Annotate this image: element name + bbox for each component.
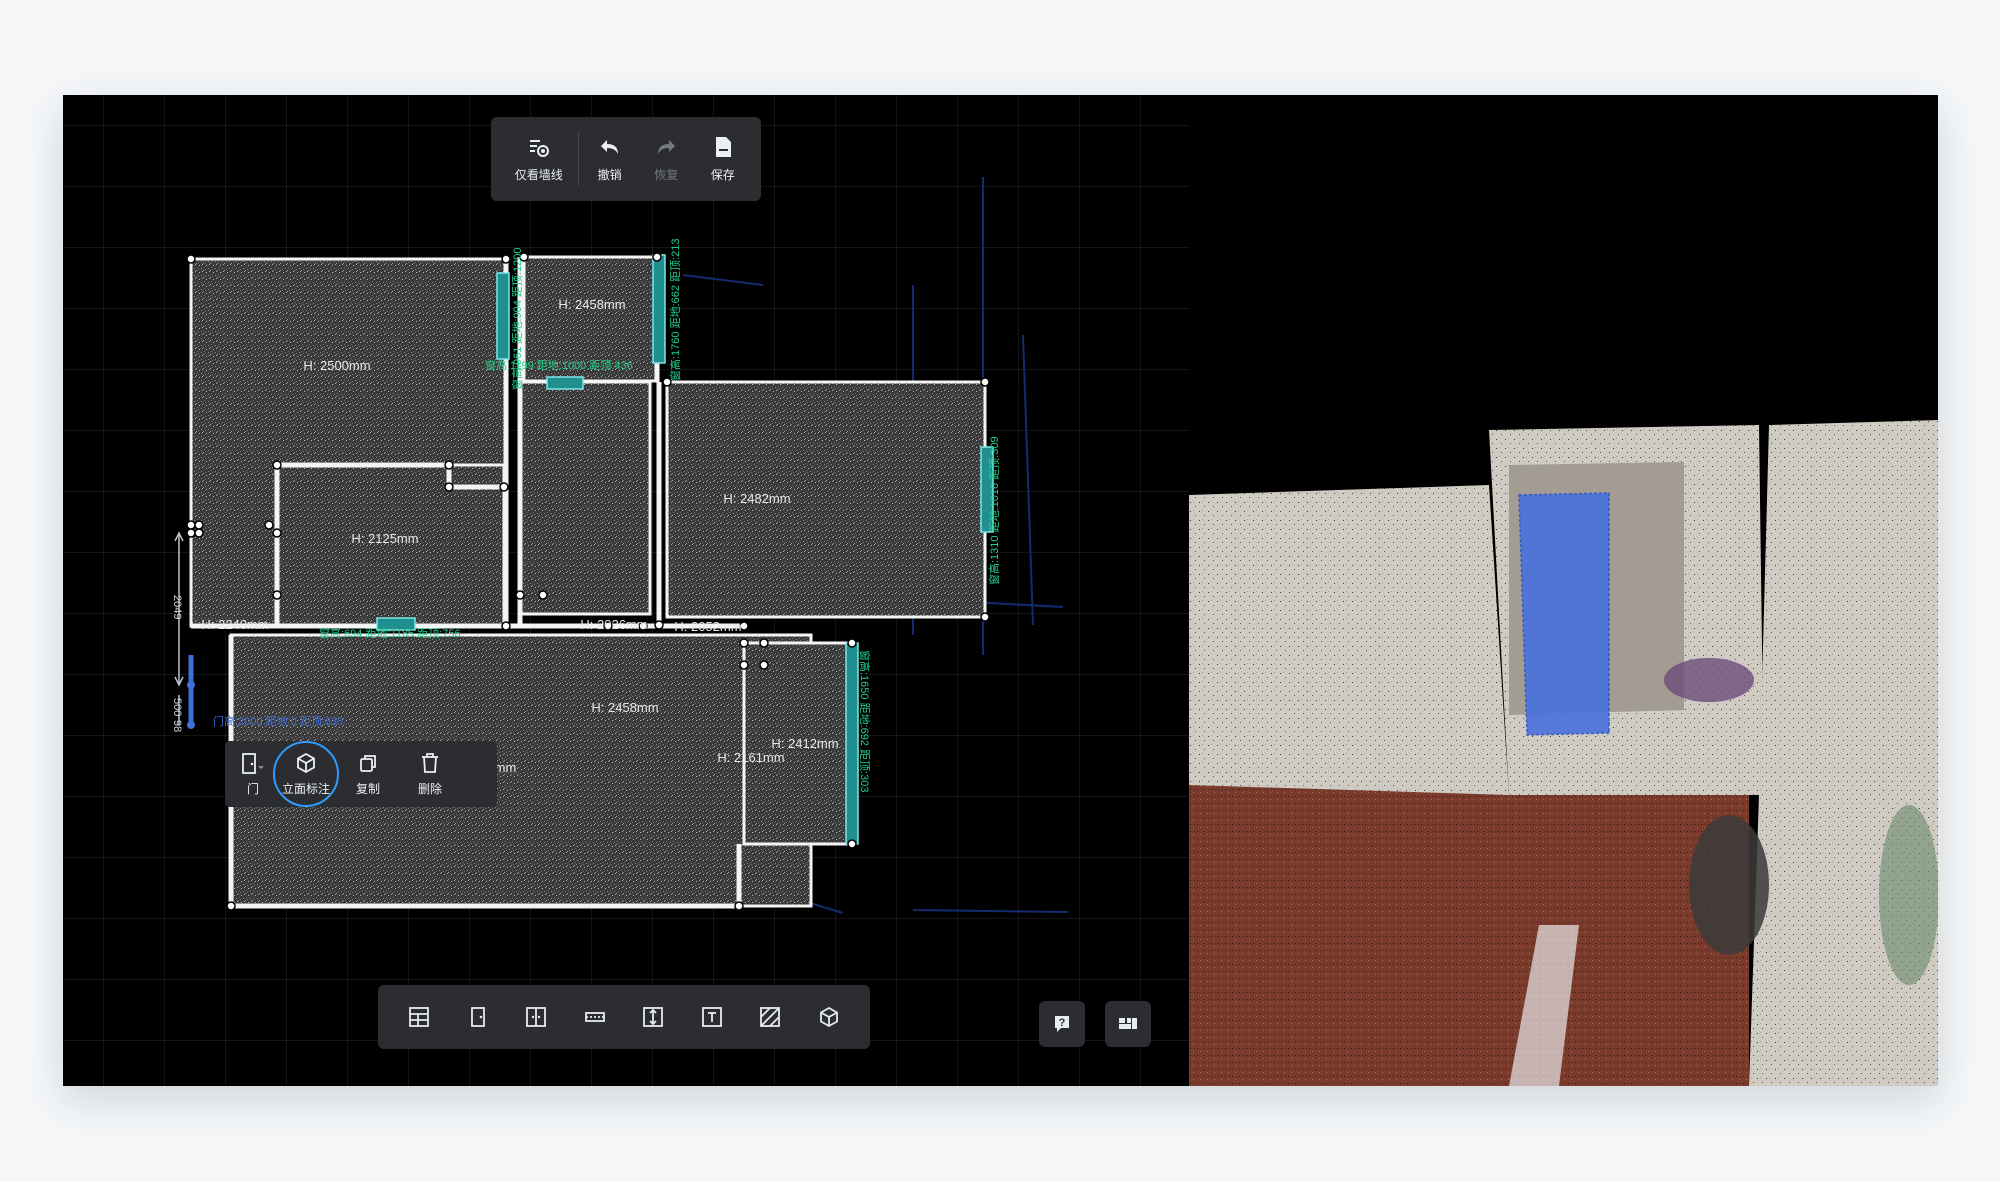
- room-height-label: H: 2482mm: [723, 491, 790, 506]
- window-annotation: 窗高:1650 距地:692 距顶:303: [858, 650, 872, 792]
- door-icon: [470, 1007, 485, 1027]
- double-door-icon: [526, 1007, 547, 1027]
- delete-button[interactable]: 删除: [399, 746, 461, 802]
- layout-icon: [1119, 1018, 1137, 1029]
- floorplan-canvas[interactable]: H: 2500mm H: 2458mm H: 2125mm H: 2482mm …: [63, 95, 1189, 1086]
- copy-button[interactable]: 复制: [337, 746, 399, 802]
- room-height-label: H: 2458mm: [558, 297, 625, 312]
- door-annotation: 门高:2000 距地:0 距顶:635: [213, 714, 343, 728]
- undo-icon: [599, 136, 621, 166]
- elevation-label: 立面标注: [281, 781, 330, 796]
- top-toolbar: 仅看墙线 撤销 恢复 保存: [491, 117, 761, 201]
- window[interactable]: [845, 642, 859, 845]
- room-polygon[interactable]: [665, 380, 987, 619]
- point-cloud-scene: [1189, 95, 1938, 1086]
- floorplan-icon: [409, 1007, 430, 1027]
- dimension-label: 98: [171, 720, 183, 732]
- cube-icon: [295, 752, 317, 780]
- floorplan-drawing: H: 2500mm H: 2458mm H: 2125mm H: 2482mm …: [171, 177, 1069, 914]
- wall-surface: [1749, 420, 1938, 1086]
- save-button[interactable]: 保存: [694, 127, 751, 191]
- hatch-tool-button[interactable]: [747, 994, 793, 1040]
- window-annotation: 窗高:1199 距地:1000 距顶:436: [485, 358, 633, 372]
- window[interactable]: [546, 376, 584, 390]
- help-icon: ?: [1055, 1016, 1069, 1032]
- save-icon: [713, 136, 733, 166]
- text-tool-button[interactable]: [689, 994, 735, 1040]
- window-annotation: 窗高:1760 距地:662 距顶:213: [668, 239, 682, 381]
- redo-button[interactable]: 恢复: [638, 127, 695, 191]
- svg-text:?: ?: [1059, 1017, 1066, 1029]
- redo-icon: [655, 136, 677, 166]
- door-icon: [240, 752, 266, 780]
- room-tool-button[interactable]: [396, 994, 442, 1040]
- room-height-label: H: 2458mm: [591, 700, 658, 715]
- window[interactable]: [652, 254, 666, 364]
- window[interactable]: [496, 272, 510, 360]
- cube-icon: [819, 1006, 838, 1028]
- window-annotation: 窗高:694 距地:1185 距顶:756: [319, 626, 461, 640]
- door-tool-button[interactable]: [455, 994, 501, 1040]
- dimension-label: 500: [171, 698, 183, 716]
- bottom-toolbar: [378, 985, 870, 1049]
- undo-label: 撤销: [597, 167, 622, 182]
- hatch-icon: [760, 1007, 781, 1027]
- wall-surface: [1189, 485, 1509, 795]
- delete-label: 删除: [417, 781, 442, 796]
- room-height-label: H: 2161mm: [717, 750, 784, 765]
- walls-only-button[interactable]: 仅看墙线: [501, 127, 576, 191]
- save-label: 保存: [710, 167, 735, 182]
- dimension-tool-button[interactable]: [630, 994, 676, 1040]
- selected-door-3d[interactable]: [1518, 492, 1610, 736]
- app-window: H: 2500mm H: 2458mm H: 2125mm H: 2482mm …: [63, 95, 1938, 1086]
- elevation-annotation-button[interactable]: 立面标注: [273, 741, 339, 807]
- room-height-label: H: 2412mm: [771, 736, 838, 751]
- text-icon: [701, 1007, 722, 1027]
- undo-button[interactable]: 撤销: [581, 127, 638, 191]
- room-height-label: H: 2240mm: [201, 617, 268, 632]
- trash-icon: [419, 752, 441, 780]
- element-context-toolbar: 门 立面标注 复制 删除: [225, 741, 497, 807]
- copy-icon: [357, 752, 379, 780]
- redo-label: 恢复: [654, 167, 679, 182]
- toolbar-divider: [578, 132, 580, 186]
- door-label: 门: [246, 781, 259, 796]
- walls-eye-icon: [527, 136, 551, 166]
- room-height-label: H: 2026mm: [580, 617, 647, 632]
- room-height-label: H: 2500mm: [303, 358, 370, 373]
- 3d-tool-button[interactable]: [806, 994, 852, 1040]
- double-door-tool-button[interactable]: [513, 994, 559, 1040]
- copy-label: 复制: [355, 781, 380, 796]
- room-polygon[interactable]: [518, 380, 652, 616]
- door-type-dropdown[interactable]: 门: [231, 746, 275, 802]
- 3d-view[interactable]: [1189, 95, 1938, 1086]
- walls-only-label: 仅看墙线: [514, 167, 563, 182]
- dimension-icon: [643, 1007, 664, 1027]
- dimension-label: 2049: [171, 595, 183, 619]
- window-tool-button[interactable]: [572, 994, 618, 1040]
- room-height-label: H: 2052mm: [674, 619, 741, 634]
- layout-button[interactable]: [1105, 1001, 1151, 1047]
- room-height-label: H: 2125mm: [351, 531, 418, 546]
- window-icon: [584, 1012, 605, 1022]
- window-annotation: 窗高:961 距地:904 距顶:1200: [510, 248, 524, 390]
- window-annotation: 窗高:1310 距地:1016 距顶:309: [987, 436, 1001, 585]
- help-button[interactable]: ?: [1039, 1001, 1085, 1047]
